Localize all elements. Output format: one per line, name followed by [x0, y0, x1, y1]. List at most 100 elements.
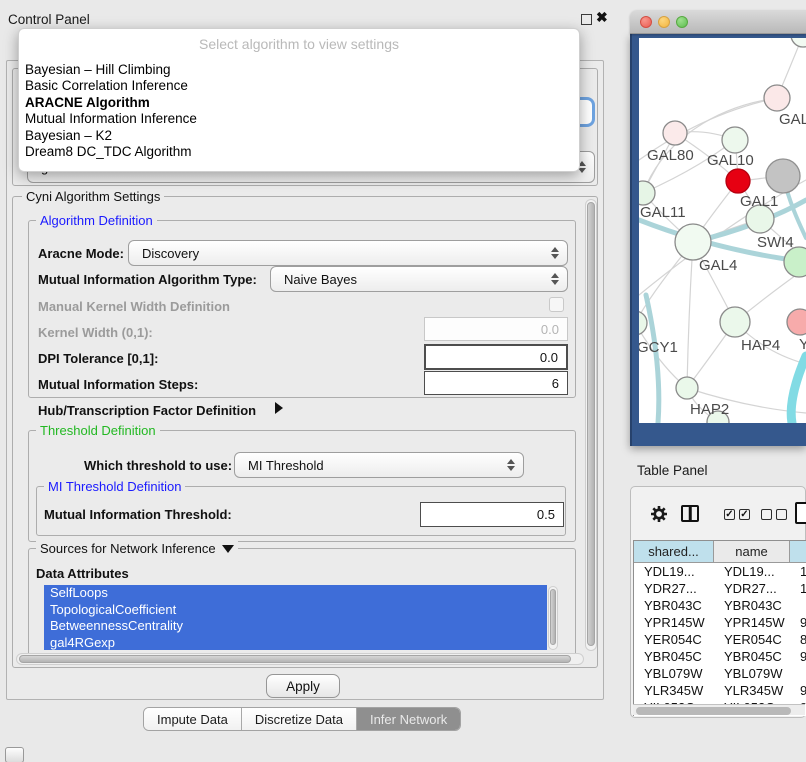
document-icon[interactable] — [795, 502, 806, 524]
sources-group-title[interactable]: Sources for Network Inference — [36, 541, 238, 556]
tab-label: Discretize Data — [255, 712, 343, 727]
network-node[interactable] — [764, 85, 790, 111]
table-row[interactable]: YPR145WYPR145W9. — [634, 614, 806, 631]
table-cell: 13 — [800, 564, 806, 579]
node-label-gal10: GAL10 — [707, 152, 754, 169]
mini-corner-button[interactable] — [5, 747, 24, 762]
table-cell: YPR145W — [644, 615, 705, 630]
attribute-item-topologicalcoefficient[interactable]: TopologicalCoefficient — [44, 602, 547, 619]
tab-discretize-data[interactable]: Discretize Data — [242, 708, 357, 730]
which-threshold-label: Which threshold to use: — [84, 458, 232, 473]
zoom-traffic-light-icon[interactable] — [676, 16, 688, 28]
tab-infer-network[interactable]: Infer Network — [357, 708, 460, 730]
aracne-mode-combobox[interactable]: Discovery — [128, 240, 568, 266]
algorithm-item-bayesian-hill-climbing[interactable]: Bayesian – Hill Climbing — [23, 62, 575, 78]
aracne-mode-value: Discovery — [142, 246, 199, 261]
table-cell: 12 — [800, 581, 806, 596]
node-label-swi4: SWI4 — [757, 234, 794, 251]
table-row[interactable]: YLR345WYLR345W9. — [634, 682, 806, 699]
table-header-row: shared...nameA — [634, 541, 806, 563]
sources-title-text: Sources for Network Inference — [40, 541, 216, 556]
screenshot-root: Control Panel ✖ NetworkStyleSelectCyni T… — [0, 0, 806, 762]
algorithm-definition-title: Algorithm Definition — [36, 213, 157, 228]
split-view-icon[interactable] — [681, 505, 699, 522]
dpi-tolerance-field[interactable]: 0.0 — [424, 344, 568, 370]
algorithm-placeholder: Select algorithm to view settings — [19, 36, 579, 52]
aracne-mode-label: Aracne Mode: — [38, 246, 124, 261]
algorithm-item-basic-correlation-inference[interactable]: Basic Correlation Inference — [23, 78, 575, 94]
mi-steps-field[interactable]: 6 — [424, 371, 568, 395]
attribute-item-betweennesscentrality[interactable]: BetweennessCentrality — [44, 618, 547, 635]
close-traffic-light-icon[interactable] — [640, 16, 652, 28]
close-icon[interactable]: ✖ — [596, 9, 608, 26]
attribute-item-gal4rgexp[interactable]: gal4RGexp — [44, 635, 547, 651]
mi-type-combobox[interactable]: Naive Bayes — [270, 266, 568, 292]
network-node[interactable] — [675, 224, 711, 260]
network-edge[interactable] — [646, 295, 659, 423]
table-row[interactable]: YBL079WYBL079W — [634, 665, 806, 682]
algorithm-item-bayesian-k2[interactable]: Bayesian – K2 — [23, 128, 575, 144]
table-row[interactable]: YER054CYER054C8. — [634, 631, 806, 648]
network-graph: GAL80GAL10GALGAL11GAL1SWI4GAL4GCY1HAP4YH… — [639, 38, 806, 423]
settings-horizontal-scrollbar[interactable] — [16, 653, 584, 665]
data-attributes-label: Data Attributes — [36, 566, 129, 581]
node-table: shared...nameA YDL19...YDL19...13YDR27..… — [633, 540, 806, 716]
network-node[interactable] — [639, 311, 647, 335]
algorithm-item-aracne-algorithm[interactable]: ARACNE Algorithm — [23, 95, 575, 111]
table-cell: YLR345W — [644, 683, 703, 698]
data-attributes-list[interactable]: SelfLoopsTopologicalCoefficientBetweenne… — [44, 585, 547, 650]
network-node[interactable] — [784, 247, 806, 277]
network-canvas[interactable]: GAL80GAL10GALGAL11GAL1SWI4GAL4GCY1HAP4YH… — [639, 38, 806, 423]
column-header-name[interactable]: name — [714, 541, 790, 563]
network-window-titlebar[interactable] — [630, 10, 806, 34]
kernel-width-label: Kernel Width (0,1): — [38, 325, 153, 340]
table-row[interactable]: YDR27...YDR27...12 — [634, 580, 806, 597]
attributes-scrollbar[interactable] — [548, 586, 558, 650]
hub-section-label[interactable]: Hub/Transcription Factor Definition — [38, 403, 256, 418]
network-node[interactable] — [791, 38, 806, 47]
network-node[interactable] — [726, 169, 750, 193]
settings-vertical-scrollbar[interactable] — [585, 199, 597, 651]
select-all-icon[interactable]: ✓✓ — [724, 509, 750, 520]
network-node[interactable] — [663, 121, 687, 145]
table-row[interactable]: YBR043CYBR043C — [634, 597, 806, 614]
table-cell: YBR043C — [724, 598, 782, 613]
tab-impute-data[interactable]: Impute Data — [144, 708, 242, 730]
collapse-arrow-icon[interactable] — [222, 545, 234, 553]
table-cell: YPR145W — [724, 615, 785, 630]
which-threshold-combobox[interactable]: MI Threshold — [234, 452, 524, 478]
network-node[interactable] — [722, 127, 748, 153]
mi-threshold-group-title: MI Threshold Definition — [44, 479, 185, 494]
network-node[interactable] — [639, 181, 655, 205]
gear-icon[interactable] — [649, 504, 669, 529]
kernel-width-field[interactable]: 0.0 — [424, 317, 568, 341]
attribute-item-selfloops[interactable]: SelfLoops — [44, 585, 547, 602]
table-cell: 9. — [800, 649, 806, 664]
expand-arrow-icon[interactable] — [275, 402, 283, 414]
table-cell: YLR345W — [724, 683, 783, 698]
mi-threshold-field[interactable]: 0.5 — [420, 502, 564, 527]
network-edge[interactable] — [687, 242, 693, 388]
column-header-shared[interactable]: shared... — [634, 541, 714, 563]
network-node[interactable] — [766, 159, 800, 193]
algorithm-item-dream8-dc-tdc-algorithm[interactable]: Dream8 DC_TDC Algorithm — [23, 144, 575, 160]
apply-button[interactable]: Apply — [266, 674, 340, 698]
manual-kernel-checkbox[interactable] — [549, 297, 564, 312]
deselect-all-icon[interactable] — [761, 509, 787, 520]
network-node[interactable] — [720, 307, 750, 337]
table-horizontal-scrollbar[interactable] — [633, 704, 805, 715]
mi-type-label: Mutual Information Algorithm Type: — [38, 272, 257, 287]
network-node[interactable] — [676, 377, 698, 399]
column-header-a[interactable]: A — [790, 541, 806, 563]
mi-steps-label: Mutual Information Steps: — [38, 377, 198, 392]
float-window-icon[interactable] — [581, 14, 592, 25]
algorithm-dropdown-popup: Select algorithm to view settings Bayesi… — [18, 28, 580, 172]
network-node[interactable] — [787, 309, 806, 335]
node-label-gal11: GAL11 — [640, 204, 686, 221]
algorithm-item-mutual-information-inference[interactable]: Mutual Information Inference — [23, 111, 575, 127]
table-row[interactable]: YBR045CYBR045C9. — [634, 648, 806, 665]
settings-group-title: Cyni Algorithm Settings — [22, 189, 164, 204]
table-row[interactable]: YDL19...YDL19...13 — [634, 563, 806, 580]
table-panel: ✓✓ shared...nameA YDL19...YDL19...13YDR2… — [630, 486, 806, 718]
minimize-traffic-light-icon[interactable] — [658, 16, 670, 28]
